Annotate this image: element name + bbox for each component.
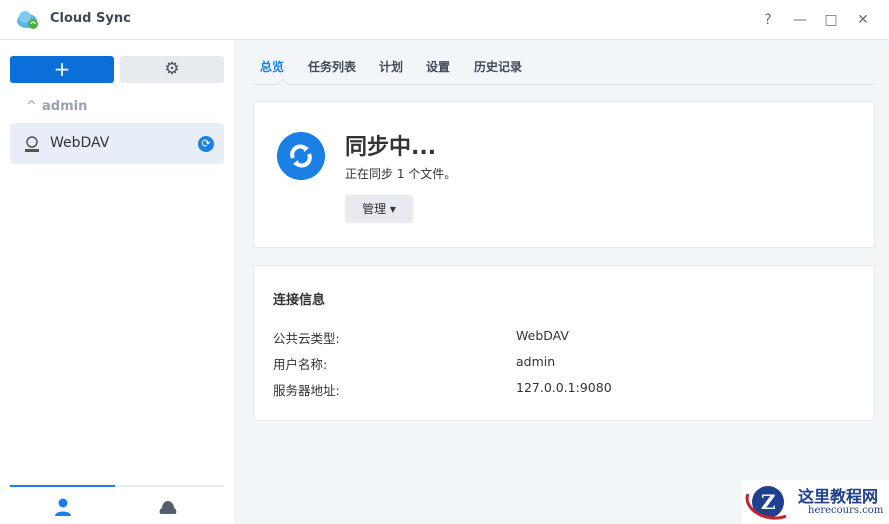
tab-task-list[interactable]: 任务列表: [308, 58, 356, 75]
tab-bar: 总览 任务列表 计划 设置 历史记录: [253, 40, 875, 90]
bottom-tab-indicator: [10, 485, 224, 487]
chevron-up-icon: ^: [26, 99, 37, 114]
syncing-icon: [277, 132, 325, 180]
watermark-logo-icon: Z: [745, 486, 787, 520]
info-label: 公共云类型:: [273, 331, 340, 346]
help-button[interactable]: ?: [758, 10, 778, 30]
sync-status-detail: 正在同步 1 个文件。: [345, 167, 457, 181]
sidebar-item-label: WebDAV: [50, 135, 110, 151]
group-label: admin: [42, 99, 88, 114]
watermark-title: 这里教程网: [798, 487, 879, 506]
group-admin[interactable]: ^ admin: [26, 99, 87, 114]
cloud-icon[interactable]: [158, 497, 178, 517]
status-card: 同步中... 正在同步 1 个文件。 管理 ▾: [253, 101, 875, 248]
sidebar: + ⚙ ^ admin WebDAV ⟳: [0, 40, 236, 524]
connection-info-card: 连接信息 公共云类型: WebDAV 用户名称: admin 服务器地址: 127.0…: [253, 265, 875, 421]
title-bar: Cloud Sync ? — □ ✕: [0, 0, 889, 40]
server-icon: [25, 136, 39, 152]
watermark-url: herecours.com: [808, 505, 884, 516]
info-row-server-address: 服务器地址: 127.0.0.1:9080: [273, 380, 853, 399]
settings-button[interactable]: ⚙: [120, 56, 224, 83]
manage-dropdown-button[interactable]: 管理 ▾: [345, 195, 413, 223]
info-row-username: 用户名称: admin: [273, 354, 853, 373]
user-icon[interactable]: [53, 497, 73, 517]
info-label: 用户名称:: [273, 357, 328, 372]
connection-info-title: 连接信息: [273, 293, 326, 308]
tab-caret: [277, 78, 289, 90]
add-button[interactable]: +: [10, 56, 114, 83]
sidebar-item-webdav[interactable]: WebDAV ⟳: [10, 123, 224, 164]
minimize-button[interactable]: —: [790, 10, 810, 30]
tab-history[interactable]: 历史记录: [474, 58, 522, 75]
info-value: 127.0.0.1:9080: [516, 380, 612, 395]
maximize-button[interactable]: □: [821, 10, 841, 30]
tab-overview[interactable]: 总览: [260, 58, 284, 75]
cloud-sync-logo-icon: [17, 11, 38, 29]
info-row-cloud-type: 公共云类型: WebDAV: [273, 328, 853, 347]
app-title: Cloud Sync: [50, 11, 131, 26]
main-panel: 总览 任务列表 计划 设置 历史记录 同步中... 正在同步 1 个文件。 管理…: [237, 40, 889, 524]
info-value: admin: [516, 354, 556, 369]
tab-settings[interactable]: 设置: [426, 58, 450, 75]
info-value: WebDAV: [516, 328, 569, 343]
watermark: Z 这里教程网 herecours.com: [742, 480, 889, 524]
sync-icon: ⟳: [198, 136, 214, 152]
svg-text:Z: Z: [761, 490, 776, 514]
info-label: 服务器地址:: [273, 383, 340, 398]
tab-schedule[interactable]: 计划: [379, 58, 403, 75]
sync-status-title: 同步中...: [345, 135, 437, 160]
close-button[interactable]: ✕: [853, 10, 873, 30]
